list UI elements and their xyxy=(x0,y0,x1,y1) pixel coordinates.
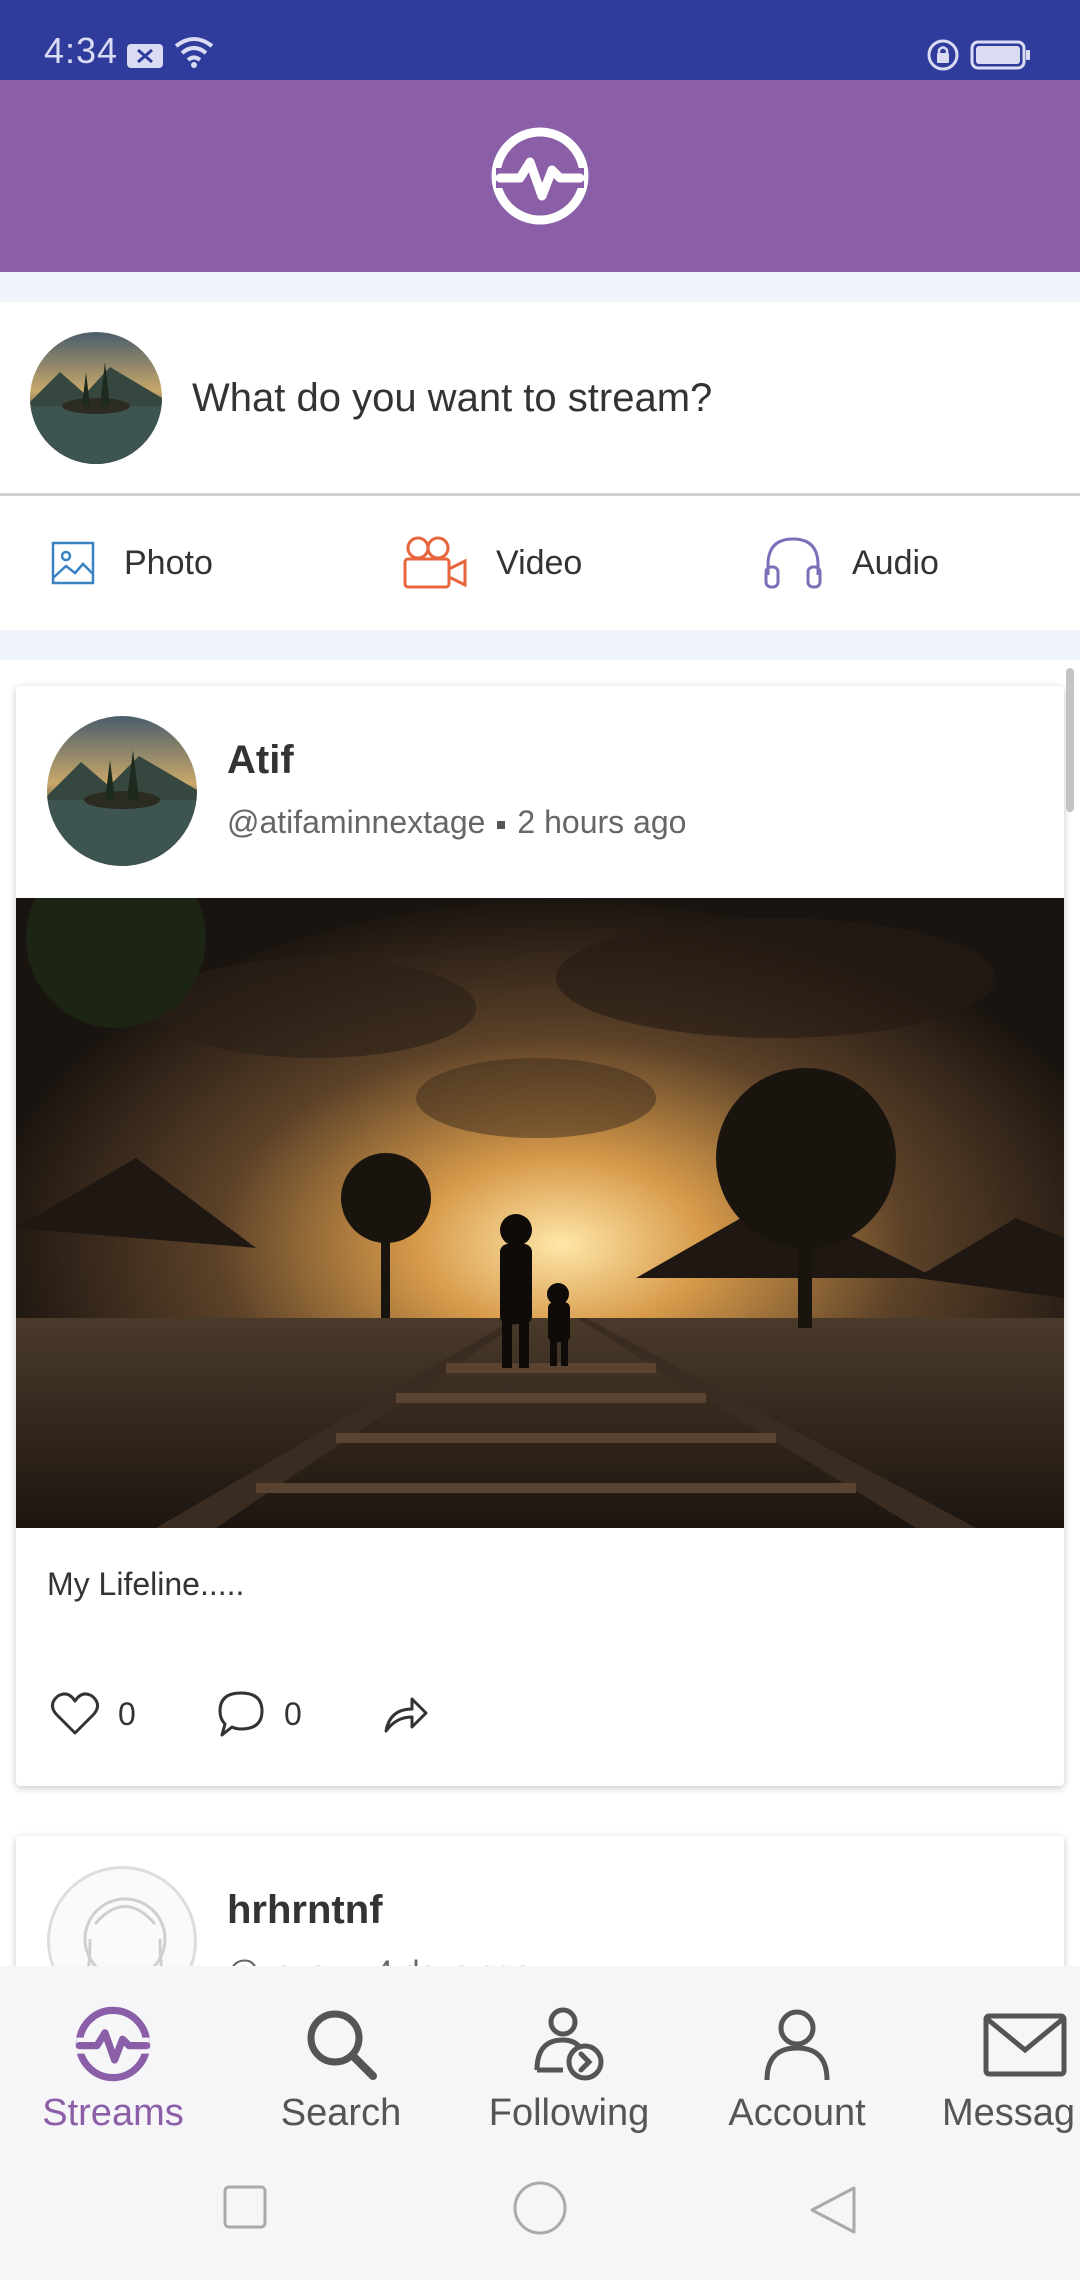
search-icon xyxy=(307,2010,377,2080)
heart-icon xyxy=(51,1692,99,1735)
nav-messages-label: Messag xyxy=(942,2092,1076,2134)
scrollbar[interactable] xyxy=(1066,668,1074,812)
image-icon xyxy=(51,541,95,585)
nav-streams-label: Streams xyxy=(42,2092,184,2134)
share-icon xyxy=(384,1697,428,1733)
back-icon[interactable] xyxy=(808,2184,858,2236)
nav-account[interactable]: Account xyxy=(687,1966,907,2144)
headphones-icon xyxy=(764,537,822,589)
like-count: 0 xyxy=(118,1695,136,1732)
post-author-avatar[interactable] xyxy=(47,716,197,866)
nav-streams[interactable]: Streams xyxy=(3,1966,223,2144)
notification-icon xyxy=(127,44,163,68)
user-avatar[interactable] xyxy=(30,332,162,464)
video-button[interactable]: Video xyxy=(402,496,582,630)
comment-count: 0 xyxy=(284,1695,302,1732)
comment-button[interactable]: 0 xyxy=(216,1684,302,1744)
separator-dot xyxy=(497,820,506,829)
share-button[interactable] xyxy=(382,1684,430,1744)
stream-prompt-input[interactable]: What do you want to stream? xyxy=(192,376,712,421)
post-author-name[interactable]: hrhrntnf xyxy=(227,1888,383,1933)
account-icon xyxy=(764,2009,830,2081)
photo-button[interactable]: Photo xyxy=(50,496,213,630)
photo-button-label: Photo xyxy=(124,543,213,582)
nav-search[interactable]: Search xyxy=(231,1966,451,2144)
divider-band xyxy=(0,630,1080,660)
like-button[interactable]: 0 xyxy=(50,1684,136,1744)
following-icon xyxy=(534,2007,604,2081)
streams-icon xyxy=(75,2006,151,2082)
status-bar: 4:34 xyxy=(0,0,1080,80)
comment-icon xyxy=(218,1691,264,1737)
battery-icon xyxy=(970,40,1030,70)
wifi-icon xyxy=(174,37,214,68)
post-meta: @atifaminnextage 2 hours ago xyxy=(227,804,686,841)
video-button-label: Video xyxy=(496,543,583,582)
system-navigation-bar xyxy=(0,2144,1080,2280)
mail-icon xyxy=(983,2013,1067,2077)
divider-band xyxy=(0,272,1080,302)
nav-messages[interactable]: Messag xyxy=(915,1966,1080,2144)
nav-following[interactable]: Following xyxy=(459,1966,679,2144)
nav-search-label: Search xyxy=(280,2092,402,2134)
home-icon[interactable] xyxy=(512,2180,568,2236)
post-author-handle[interactable]: @atifaminnextage xyxy=(227,804,485,840)
post-caption: My Lifeline..... xyxy=(47,1566,245,1602)
post-image[interactable] xyxy=(16,898,1064,1528)
audio-button-label: Audio xyxy=(852,543,939,582)
lock-rotation-icon xyxy=(927,39,959,71)
post-author-name[interactable]: Atif xyxy=(227,738,294,783)
bottom-navigation: Streams Search Following Account Messag xyxy=(0,1966,1080,2144)
post-timestamp: 2 hours ago xyxy=(517,804,687,840)
recent-apps-icon[interactable] xyxy=(222,2184,268,2230)
status-time: 4:34 xyxy=(44,30,119,71)
media-type-row: Photo Video Audio xyxy=(0,496,1080,630)
nav-account-label: Account xyxy=(728,2092,866,2134)
app-bar xyxy=(0,80,1080,272)
post-card: Atif @atifaminnextage 2 hours ago My Lif… xyxy=(16,686,1064,1786)
composer[interactable]: What do you want to stream? xyxy=(0,302,1080,496)
app-logo-icon xyxy=(491,127,589,225)
audio-button[interactable]: Audio xyxy=(762,496,939,630)
video-camera-icon xyxy=(403,536,467,589)
nav-following-label: Following xyxy=(488,2092,650,2134)
